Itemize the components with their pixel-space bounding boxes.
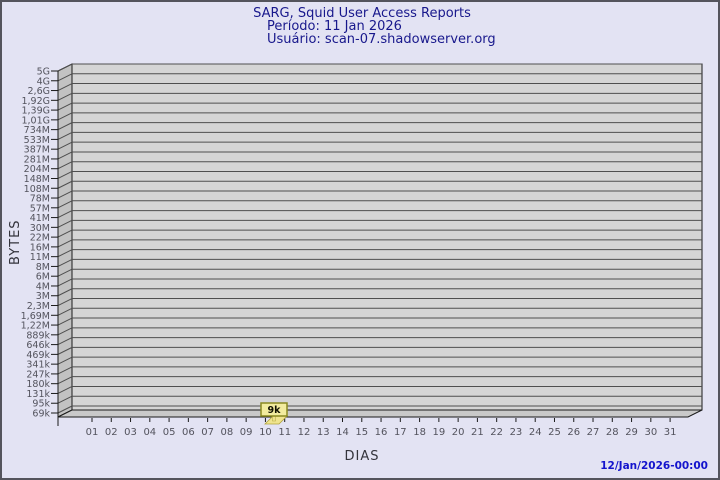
x-tick-label: 31 <box>664 427 677 438</box>
x-tick-label: 29 <box>625 427 638 438</box>
bytes-per-day-chart: 5G4G2,6G1,92G1,39G1,01G734M533M387M281M2… <box>21 63 703 438</box>
x-tick-label: 03 <box>124 427 137 438</box>
x-tick-label: 28 <box>606 427 619 438</box>
x-tick-label: 26 <box>567 427 580 438</box>
x-tick-label: 13 <box>317 427 330 438</box>
bar-value-label: 9k <box>268 405 282 416</box>
x-tick-label: 25 <box>548 427 561 438</box>
plot-plate <box>71 63 703 411</box>
plot-floor <box>57 409 703 418</box>
x-tick-label: 01 <box>86 427 99 438</box>
x-tick-label: 23 <box>510 427 523 438</box>
x-tick-label: 12 <box>298 427 311 438</box>
x-tick-label: 16 <box>375 427 388 438</box>
y-axis-title: BYTES <box>8 219 23 265</box>
x-tick-label: 19 <box>432 427 445 438</box>
x-tick-label: 02 <box>105 427 118 438</box>
generation-timestamp: 12/Jan/2026-00:00 <box>600 460 708 472</box>
x-tick-label: 14 <box>336 427 349 438</box>
x-tick-label: 07 <box>201 427 214 438</box>
x-tick-label: 10 <box>259 427 272 438</box>
x-tick-label: 06 <box>182 427 195 438</box>
x-tick-label: 17 <box>394 427 407 438</box>
x-tick-label: 21 <box>471 427 484 438</box>
report-page: SARG, Squid User Access Reports Período:… <box>0 0 720 480</box>
x-tick-label: 18 <box>413 427 426 438</box>
x-tick-label: 30 <box>644 427 657 438</box>
x-tick-label: 15 <box>355 427 368 438</box>
x-tick-label: 09 <box>240 427 253 438</box>
x-tick-label: 27 <box>587 427 600 438</box>
x-tick-label: 08 <box>221 427 234 438</box>
y-tick-label: 69k <box>32 409 50 420</box>
x-tick-label: 04 <box>143 427 156 438</box>
x-tick-label: 05 <box>163 427 176 438</box>
x-tick-label: 24 <box>529 427 542 438</box>
x-tick-label: 22 <box>490 427 503 438</box>
x-tick-label: 20 <box>452 427 465 438</box>
x-tick-label: 11 <box>278 427 291 438</box>
